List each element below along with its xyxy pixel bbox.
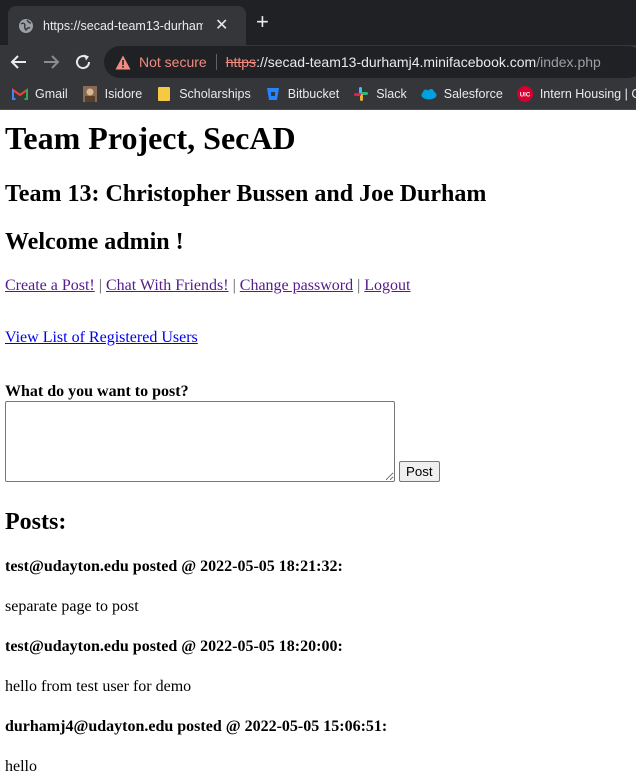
welcome-heading: Welcome admin ! (5, 229, 184, 255)
close-icon[interactable]: ✕ (215, 17, 228, 34)
link-separator: | (232, 277, 236, 294)
link-separator: | (357, 277, 361, 294)
bookmark-slack[interactable]: Slack (353, 86, 407, 102)
view-users-link[interactable]: View List of Registered Users (5, 329, 198, 346)
page-title: Team Project, SecAD (5, 120, 296, 156)
bookmarks-bar: Gmail Isidore Scholarships Bitbucket Sla… (0, 79, 636, 110)
url-scheme: https (225, 54, 257, 70)
post-form: Post (5, 401, 631, 482)
bookmark-isidore[interactable]: Isidore (82, 86, 143, 102)
post-item: test@udayton.edu posted @ 2022-05-05 18:… (5, 638, 631, 696)
post-textarea[interactable] (5, 401, 395, 482)
post-prompt: What do you want to post? (5, 383, 189, 400)
bookmark-label: Bitbucket (287, 87, 340, 101)
tab-strip: https://secad-team13-durhamj4.m ✕ + (0, 0, 636, 45)
change-password-link[interactable]: Change password (240, 277, 353, 294)
bookmark-label: Intern Housing | C (539, 87, 636, 101)
gmail-icon (12, 86, 28, 102)
forward-icon[interactable] (40, 51, 62, 73)
omnibox-divider (215, 54, 217, 70)
post-header: test@udayton.edu posted @ 2022-05-05 18:… (5, 638, 343, 655)
svg-text:UIC: UIC (520, 93, 531, 99)
bookmark-label: Gmail (35, 87, 68, 101)
post-button[interactable]: Post (399, 461, 440, 482)
new-tab-icon[interactable]: + (256, 11, 269, 33)
browser-toolbar: Not secure https://secad-team13-durhamj4… (0, 45, 636, 79)
bookmark-label: Isidore (104, 87, 143, 101)
user-nav-links: Create a Post! | Chat With Friends! | Ch… (5, 277, 631, 295)
bookmark-intern-housing[interactable]: UIC Intern Housing | C (516, 86, 636, 102)
bookmark-salesforce[interactable]: Salesforce (421, 86, 503, 102)
address-bar[interactable]: Not secure https://secad-team13-durhamj4… (104, 46, 636, 78)
security-label[interactable]: Not secure (139, 54, 207, 70)
warning-icon[interactable] (115, 55, 131, 70)
uic-icon: UIC (516, 86, 533, 102)
bookmark-label: Slack (376, 87, 407, 101)
posts-heading: Posts: (5, 509, 67, 535)
salesforce-icon (421, 86, 437, 102)
reload-icon[interactable] (72, 51, 94, 73)
create-post-link[interactable]: Create a Post! (5, 277, 95, 294)
post-header: durhamj4@udayton.edu posted @ 2022-05-05… (5, 718, 388, 735)
url-separator: :// (256, 54, 268, 70)
url-host: secad-team13-durhamj4.minifacebook.com (267, 54, 537, 70)
page-content: Team Project, SecAD Team 13: Christopher… (0, 120, 636, 776)
post-body: hello (5, 758, 37, 775)
post-item: test@udayton.edu posted @ 2022-05-05 18:… (5, 558, 631, 616)
isidore-icon (82, 86, 98, 102)
bookmark-bitbucket[interactable]: Bitbucket (265, 86, 339, 102)
back-icon[interactable] (8, 51, 30, 73)
bookmark-label: Scholarships (179, 87, 251, 101)
browser-chrome: https://secad-team13-durhamj4.m ✕ + Not … (0, 0, 636, 110)
chat-link[interactable]: Chat With Friends! (106, 277, 229, 294)
link-separator: | (98, 277, 102, 294)
url-text[interactable]: https://secad-team13-durhamj4.minifacebo… (226, 54, 601, 70)
slack-icon (353, 86, 369, 102)
post-item: durhamj4@udayton.edu posted @ 2022-05-05… (5, 718, 631, 776)
folder-icon (156, 86, 172, 102)
post-header: test@udayton.edu posted @ 2022-05-05 18:… (5, 558, 343, 575)
bitbucket-icon (265, 86, 281, 102)
globe-icon (18, 18, 34, 34)
post-body: separate page to post (5, 598, 139, 615)
team-heading: Team 13: Christopher Bussen and Joe Durh… (5, 181, 487, 207)
logout-link[interactable]: Logout (364, 277, 410, 294)
browser-tab[interactable]: https://secad-team13-durhamj4.m ✕ (8, 6, 246, 45)
bookmark-label: Salesforce (443, 87, 503, 101)
bookmark-gmail[interactable]: Gmail (12, 86, 68, 102)
url-path: /index.php (536, 54, 601, 70)
post-body: hello from test user for demo (5, 678, 192, 695)
users-link-row: View List of Registered Users (5, 329, 631, 347)
bookmark-scholarships[interactable]: Scholarships (156, 86, 251, 102)
tab-title: https://secad-team13-durhamj4.m (43, 18, 203, 33)
